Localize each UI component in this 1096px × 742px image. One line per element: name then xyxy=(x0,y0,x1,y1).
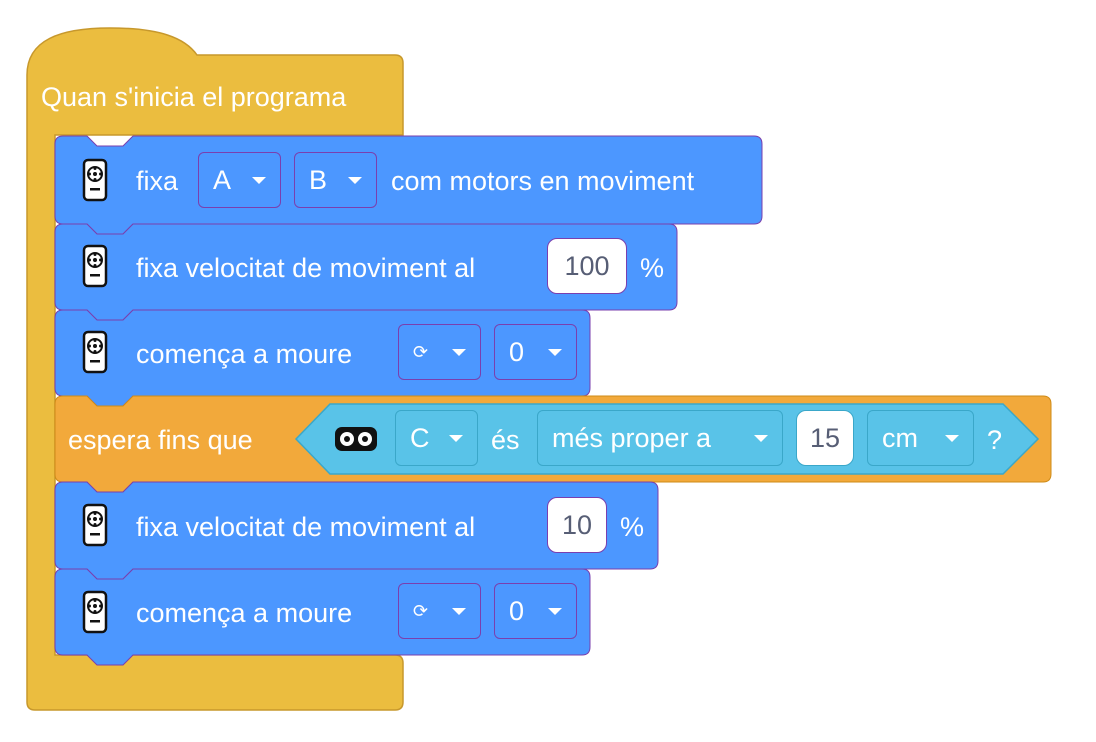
block-2-prefix: fixa velocitat de moviment al xyxy=(136,253,476,283)
dropdown-value: cm xyxy=(882,422,918,453)
remote-control-icon xyxy=(82,503,108,547)
chevron-down-icon xyxy=(449,435,463,442)
block-5-prefix: fixa velocitat de moviment al xyxy=(136,512,476,542)
speed-input[interactable]: 10 xyxy=(547,497,607,553)
comparator-dropdown[interactable]: més proper a xyxy=(537,410,783,466)
question-mark: ? xyxy=(987,425,1003,455)
dropdown-value: 0 xyxy=(509,595,525,626)
wait-until-label: espera fins que xyxy=(68,425,253,455)
chevron-down-icon xyxy=(252,177,266,184)
block-1-suffix: com motors en moviment xyxy=(391,166,695,196)
remote-control-icon xyxy=(82,330,108,374)
speed-input[interactable]: 100 xyxy=(547,238,627,294)
steering-dropdown[interactable]: 0 xyxy=(494,324,577,380)
dropdown-value: més proper a xyxy=(552,422,712,453)
rotate-icon: ⟳ xyxy=(413,341,429,362)
dropdown-value: A xyxy=(213,164,232,195)
is-label: és xyxy=(491,425,520,455)
chevron-down-icon xyxy=(548,608,562,615)
motor-port-a-dropdown[interactable]: A xyxy=(198,152,281,208)
rotate-icon: ⟳ xyxy=(413,600,429,621)
chevron-down-icon xyxy=(754,435,768,442)
dropdown-value: C xyxy=(410,422,430,453)
chevron-down-icon xyxy=(945,435,959,442)
chevron-down-icon xyxy=(452,349,466,356)
block-6-prefix: comença a moure xyxy=(136,598,353,628)
unit-dropdown[interactable]: cm xyxy=(867,410,974,466)
chevron-down-icon xyxy=(452,608,466,615)
motor-port-b-dropdown[interactable]: B xyxy=(294,152,377,208)
chevron-down-icon xyxy=(348,177,362,184)
distance-input[interactable]: 15 xyxy=(796,410,854,466)
sensor-port-dropdown[interactable]: C xyxy=(395,410,478,466)
dropdown-value: B xyxy=(309,164,328,195)
distance-sensor-icon xyxy=(335,427,377,451)
percent-label: % xyxy=(640,253,665,283)
steering-dropdown[interactable]: 0 xyxy=(494,583,577,639)
direction-dropdown[interactable]: ⟳ xyxy=(398,324,481,380)
remote-control-icon xyxy=(82,158,108,202)
chevron-down-icon xyxy=(548,349,562,356)
direction-dropdown[interactable]: ⟳ xyxy=(398,583,481,639)
hat-label: Quan s'inicia el programa xyxy=(41,82,347,112)
remote-control-icon xyxy=(82,590,108,634)
remote-control-icon xyxy=(82,244,108,288)
block-1-prefix: fixa xyxy=(136,166,179,196)
block-3-prefix: comença a moure xyxy=(136,339,353,369)
percent-label: % xyxy=(620,512,645,542)
dropdown-value: 0 xyxy=(509,336,525,367)
